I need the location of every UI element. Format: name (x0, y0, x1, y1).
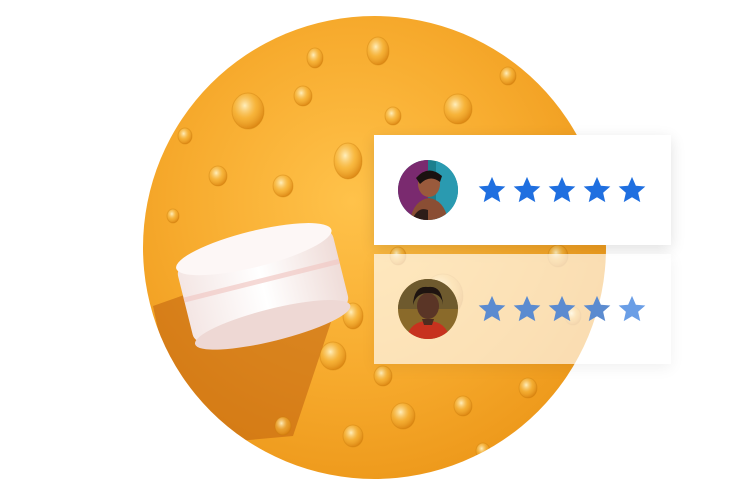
star-icon (476, 293, 508, 325)
star-icon (581, 174, 613, 206)
hero-illustration (153, 36, 582, 464)
star-icon (616, 174, 648, 206)
star-icon (511, 174, 543, 206)
star-icon (476, 174, 508, 206)
cream-jar (176, 223, 351, 350)
reviewer-avatar (398, 160, 458, 220)
woman-portrait-avatar (398, 279, 458, 339)
star-icon (546, 293, 578, 325)
woman-portrait-avatar (398, 160, 458, 220)
star-rating (476, 293, 648, 325)
review-card (374, 135, 671, 245)
star-icon (546, 174, 578, 206)
star-icon (616, 293, 648, 325)
reviewer-avatar (398, 279, 458, 339)
review-card (374, 254, 671, 364)
star-icon (581, 293, 613, 325)
star-rating (476, 174, 648, 206)
product-hero-image (143, 16, 606, 479)
star-icon (511, 293, 543, 325)
